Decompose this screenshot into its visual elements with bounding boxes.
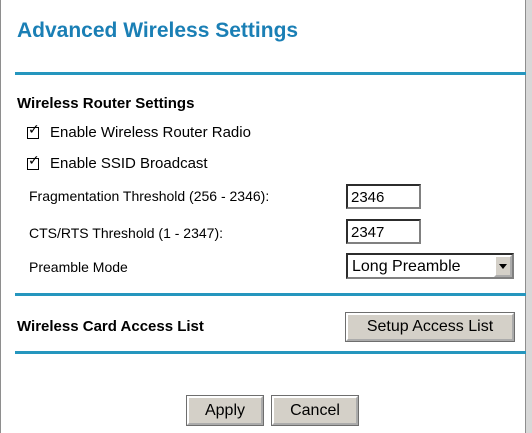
fragmentation-input[interactable]: 2346: [346, 184, 421, 209]
preamble-select[interactable]: Long Preamble: [346, 253, 514, 279]
preamble-selected-value: Long Preamble: [352, 258, 461, 275]
settings-panel: Advanced Wireless Settings Wireless Rout…: [0, 0, 527, 433]
access-list-heading: Wireless Card Access List: [17, 318, 204, 335]
page-title: Advanced Wireless Settings: [17, 19, 299, 42]
title-divider: [15, 72, 527, 75]
access-list-divider: [15, 351, 527, 354]
router-settings-heading: Wireless Router Settings: [17, 95, 195, 112]
enable-ssid-label: Enable SSID Broadcast: [50, 155, 208, 172]
cts-rts-label: CTS/RTS Threshold (1 - 2347):: [29, 225, 224, 241]
check-icon: ✓: [28, 152, 40, 169]
preamble-dropdown-button[interactable]: [494, 255, 512, 277]
enable-ssid-checkbox[interactable]: ✓: [27, 154, 40, 170]
fragmentation-label: Fragmentation Threshold (256 - 2346):: [29, 188, 270, 204]
enable-radio-row: ✓ Enable Wireless Router Radio: [27, 123, 251, 141]
check-icon: ✓: [28, 121, 40, 138]
enable-ssid-row: ✓ Enable SSID Broadcast: [27, 154, 208, 172]
enable-radio-checkbox[interactable]: ✓: [27, 123, 40, 139]
setup-access-list-button[interactable]: Setup Access List: [345, 312, 515, 342]
preamble-label: Preamble Mode: [29, 259, 128, 275]
chevron-down-icon: [499, 263, 507, 269]
enable-radio-label: Enable Wireless Router Radio: [50, 124, 251, 141]
cancel-button[interactable]: Cancel: [271, 395, 359, 426]
apply-button[interactable]: Apply: [186, 395, 264, 426]
cts-rts-input[interactable]: 2347: [346, 219, 421, 244]
window-edge: [526, 0, 532, 433]
preamble-divider: [15, 293, 527, 296]
